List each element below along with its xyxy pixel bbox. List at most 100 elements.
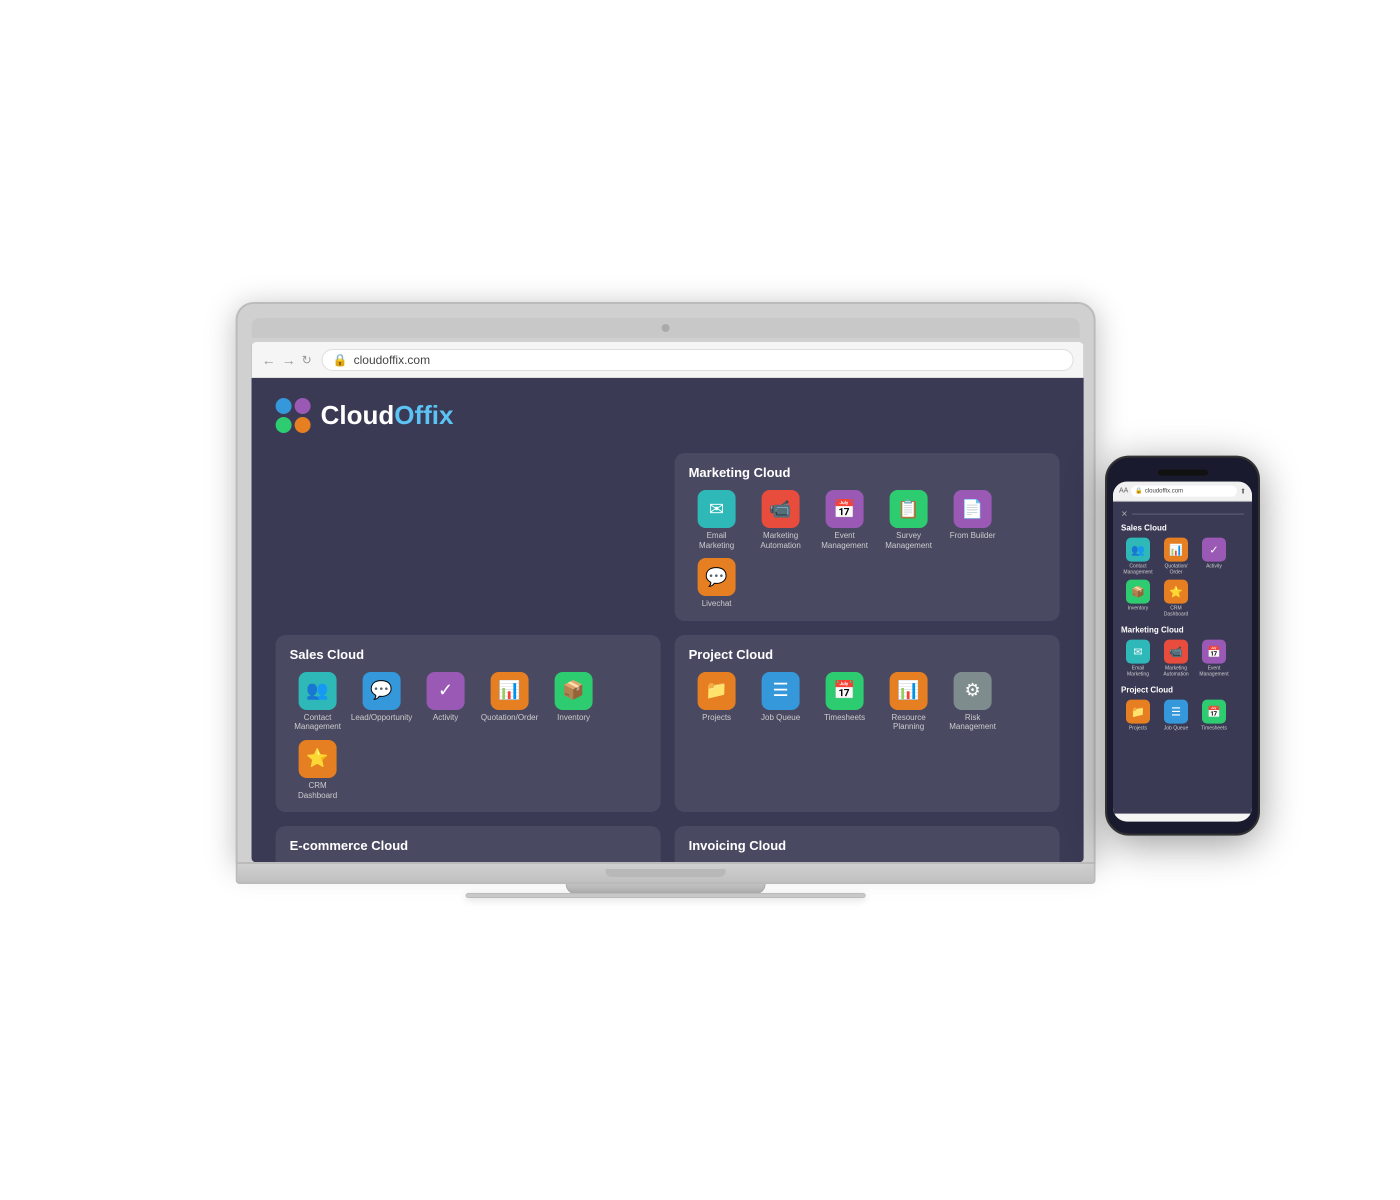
- app-marketing-automation[interactable]: 📹 Marketing Automation: [753, 490, 809, 550]
- phone-address-bar[interactable]: 🔒 cloudoffix.com: [1131, 486, 1237, 497]
- marketing-cloud-title: Marketing Cloud: [689, 465, 1046, 480]
- projects-label: Projects: [702, 713, 731, 723]
- phone-projects-label: Projects: [1129, 726, 1147, 732]
- app-inventory[interactable]: 📦 Inventory: [546, 672, 602, 732]
- logo-dot-green: [276, 417, 292, 433]
- browser-content: CloudOffix Marketing Cloud ✉: [252, 378, 1084, 862]
- app-crm-dashboard[interactable]: ⭐ CRM Dashboard: [290, 740, 346, 800]
- app-timesheets[interactable]: 📅 Timesheets: [817, 672, 873, 732]
- laptop-screen: ← → ↻ 🔒 cloudoffix.com: [252, 342, 1084, 862]
- sales-app-grid: 👥 Contact Management 💬 Lead/Opportunity …: [290, 672, 647, 800]
- marketing-app-grid: ✉ Email Marketing 📹 Marketing Automation…: [689, 490, 1046, 609]
- phone-app-job-queue[interactable]: ☰ Job Queue: [1159, 700, 1193, 732]
- back-button[interactable]: ←: [262, 353, 276, 367]
- phone-aa: AA: [1119, 488, 1128, 495]
- quotation-order-label: Quotation/Order: [481, 713, 538, 723]
- app-lead-opportunity[interactable]: 💬 Lead/Opportunity: [354, 672, 410, 732]
- phone-timesheets-label: Timesheets: [1201, 726, 1227, 732]
- app-risk-management[interactable]: ⚙ Risk Management: [945, 672, 1001, 732]
- crm-dashboard-icon: ⭐: [299, 740, 337, 778]
- phone-app-projects[interactable]: 📁 Projects: [1121, 700, 1155, 732]
- app-resource-planning[interactable]: 📊 Resource Planning: [881, 672, 937, 732]
- crm-dashboard-label: CRM Dashboard: [290, 781, 346, 800]
- phone-notch: [1158, 470, 1208, 476]
- project-cloud-title: Project Cloud: [689, 647, 1046, 662]
- survey-management-label: Survey Management: [881, 531, 937, 550]
- phone-timesheets-icon: 📅: [1202, 700, 1226, 724]
- resource-planning-label: Resource Planning: [881, 713, 937, 732]
- phone-app-activity[interactable]: ✓ Activity: [1197, 538, 1231, 576]
- phone-app-crm[interactable]: ⭐ CRM Dashboard: [1159, 580, 1193, 618]
- email-marketing-label: Email Marketing: [689, 531, 745, 550]
- logo-dot-purple: [295, 398, 311, 414]
- app-form-builder[interactable]: 📄 From Builder: [945, 490, 1001, 550]
- laptop: ← → ↻ 🔒 cloudoffix.com: [236, 302, 1096, 898]
- app-quotation-order[interactable]: 📊 Quotation/Order: [482, 672, 538, 732]
- marketing-automation-label: Marketing Automation: [753, 531, 809, 550]
- app-activity[interactable]: ✓ Activity: [418, 672, 474, 732]
- phone-event-label: Event Management: [1197, 666, 1231, 678]
- app-survey-management[interactable]: 📋 Survey Management: [881, 490, 937, 550]
- risk-management-label: Risk Management: [945, 713, 1001, 732]
- main-cloud-grid: Sales Cloud 👥 Contact Management 💬 Lead/…: [276, 635, 1060, 862]
- phone-activity-icon: ✓: [1202, 538, 1226, 562]
- risk-management-icon: ⚙: [954, 672, 992, 710]
- contact-management-icon: 👥: [299, 672, 337, 710]
- job-queue-label: Job Queue: [761, 713, 800, 723]
- phone-marketing-cloud-title: Marketing Cloud: [1121, 626, 1244, 635]
- form-builder-label: From Builder: [950, 531, 996, 541]
- phone-inventory-label: Inventory: [1128, 606, 1149, 612]
- browser-bar: ← → ↻ 🔒 cloudoffix.com: [252, 342, 1084, 378]
- phone-event-icon: 📅: [1202, 640, 1226, 664]
- phone-inventory-icon: 📦: [1126, 580, 1150, 604]
- sales-cloud-section: Sales Cloud 👥 Contact Management 💬 Lead/…: [276, 635, 661, 812]
- inventory-label: Inventory: [557, 713, 590, 723]
- phone-contact-icon: 👥: [1126, 538, 1150, 562]
- phone-activity-label: Activity: [1206, 564, 1222, 570]
- phone-quotation-icon: 📊: [1164, 538, 1188, 562]
- app-contact-management[interactable]: 👥 Contact Management: [290, 672, 346, 732]
- phone-screen: AA 🔒 cloudoffix.com ⬆ ✕: [1113, 482, 1252, 822]
- lead-opportunity-label: Lead/Opportunity: [351, 713, 412, 723]
- app-email-marketing[interactable]: ✉ Email Marketing: [689, 490, 745, 550]
- activity-icon: ✓: [427, 672, 465, 710]
- phone-sales-app-grid: 👥 Contact Management 📊 Quotation/ Order …: [1121, 538, 1244, 618]
- phone-projects-icon: 📁: [1126, 700, 1150, 724]
- phone-app-email[interactable]: ✉ Email Marketing: [1121, 640, 1155, 678]
- laptop-base: [236, 864, 1096, 884]
- sales-cloud-title: Sales Cloud: [290, 647, 647, 662]
- quotation-order-icon: 📊: [491, 672, 529, 710]
- timesheets-label: Timesheets: [824, 713, 865, 723]
- phone-app-quotation[interactable]: 📊 Quotation/ Order: [1159, 538, 1193, 576]
- laptop-camera: [662, 324, 670, 332]
- phone-app-inventory[interactable]: 📦 Inventory: [1121, 580, 1155, 618]
- forward-button[interactable]: →: [282, 353, 296, 367]
- email-marketing-icon: ✉: [698, 490, 736, 528]
- phone-marketing-cloud: Marketing Cloud ✉ Email Marketing 📹 Mark…: [1121, 626, 1244, 678]
- phone-browser-bar: AA 🔒 cloudoffix.com ⬆: [1113, 482, 1252, 502]
- phone-share-icon[interactable]: ⬆: [1240, 487, 1246, 495]
- phone-marketing-app-grid: ✉ Email Marketing 📹 Marketing Automation…: [1121, 640, 1244, 678]
- phone-app-timesheets[interactable]: 📅 Timesheets: [1197, 700, 1231, 732]
- phone-app-contact[interactable]: 👥 Contact Management: [1121, 538, 1155, 576]
- resource-planning-icon: 📊: [890, 672, 928, 710]
- logo-dot-orange: [295, 417, 311, 433]
- scene: ← → ↻ 🔒 cloudoffix.com: [0, 0, 1400, 1200]
- phone-contact-label: Contact Management: [1121, 564, 1155, 576]
- app-projects[interactable]: 📁 Projects: [689, 672, 745, 732]
- app-job-queue[interactable]: ☰ Job Queue: [753, 672, 809, 732]
- lead-opportunity-icon: 💬: [363, 672, 401, 710]
- phone-app-event[interactable]: 📅 Event Management: [1197, 640, 1231, 678]
- refresh-button[interactable]: ↻: [302, 353, 312, 367]
- livechat-marketing-label: Livechat: [702, 599, 732, 609]
- app-livechat-marketing[interactable]: 💬 Livechat: [689, 558, 745, 609]
- phone-lock-icon: 🔒: [1135, 488, 1142, 495]
- address-bar[interactable]: 🔒 cloudoffix.com: [322, 349, 1074, 371]
- app-event-management[interactable]: 📅 Event Management: [817, 490, 873, 550]
- activity-label: Activity: [433, 713, 458, 723]
- phone-app-mkt-auto[interactable]: 📹 Marketing Automation: [1159, 640, 1193, 678]
- phone-project-cloud: Project Cloud 📁 Projects ☰ Job Queue: [1121, 686, 1244, 732]
- event-management-icon: 📅: [826, 490, 864, 528]
- logo-dots: [276, 398, 311, 433]
- phone-close-btn[interactable]: ✕: [1121, 510, 1128, 519]
